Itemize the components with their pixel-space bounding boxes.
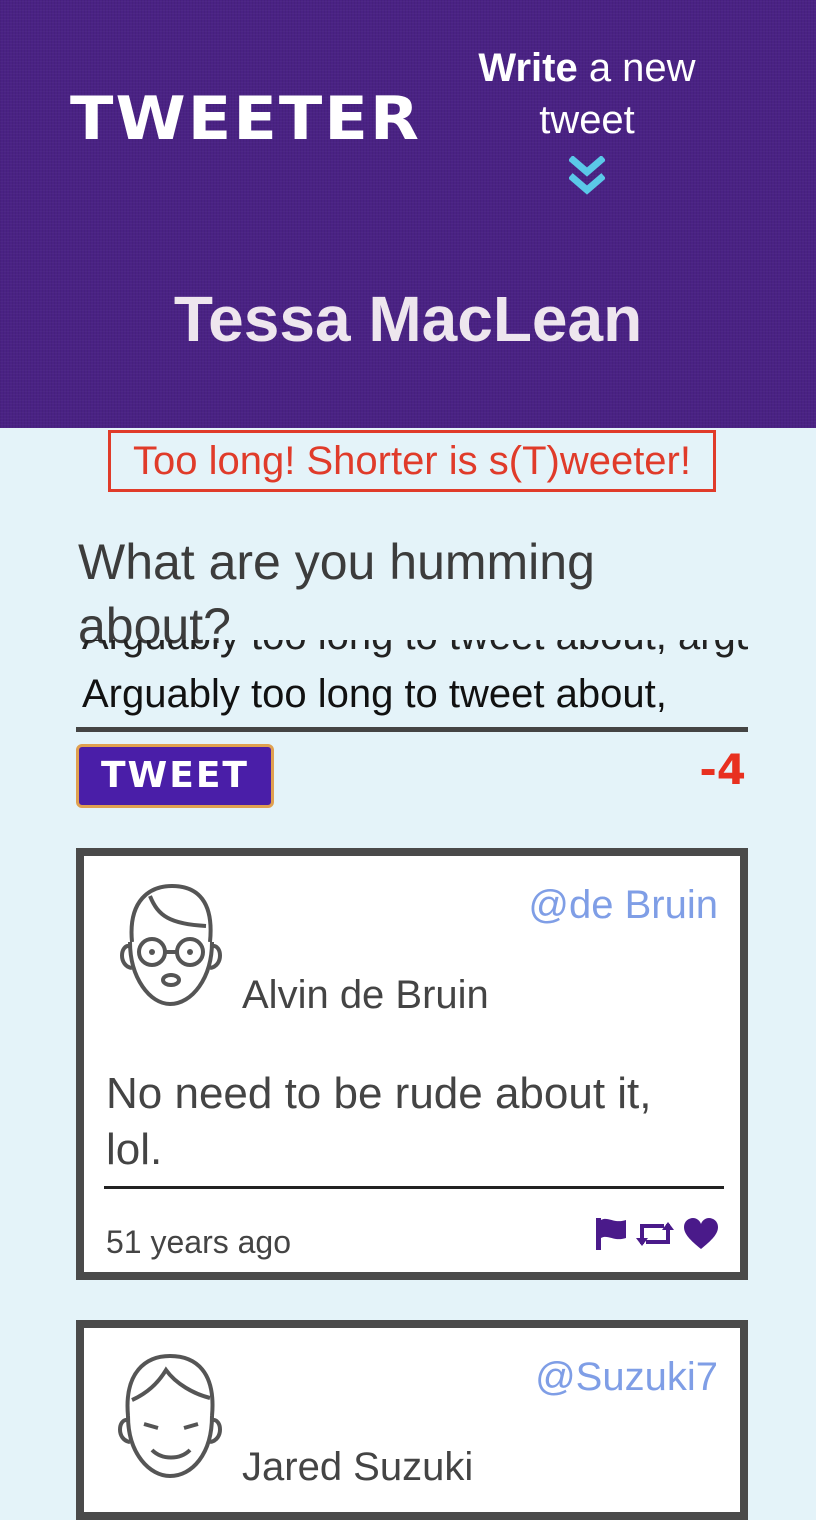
tweet-divider [104,1186,724,1189]
avatar-icon [118,1353,222,1479]
site-logo: TWEETER [70,84,422,154]
tweet-actions [592,1216,720,1257]
avatar-icon [120,883,222,1007]
tweet-author-name: Jared Suzuki [242,1445,474,1489]
error-message: Too long! Shorter is s(T)weeter! [108,430,716,492]
character-counter: -4 [699,745,746,794]
site-header: TWEETER Write a new tweet Tessa MacLean [0,0,816,428]
tweet-content: No need to be rude about it, lol. [106,1069,652,1174]
textarea-visible-line: Arguably too long to tweet about, [82,672,667,716]
composer-prompt: What are you humming about? [78,534,595,654]
flag-icon[interactable] [592,1216,628,1257]
heart-icon[interactable] [682,1216,720,1257]
tweet-handle: @Suzuki7 [535,1355,718,1399]
tweet-textarea[interactable]: Arguably too long to tweet about, arguab… [76,640,748,732]
double-chevron-down-icon[interactable] [569,156,605,200]
tweet-author-name: Alvin de Bruin [242,973,489,1017]
tweet-handle: @de Bruin [528,883,718,927]
retweet-icon[interactable] [634,1216,676,1257]
tweet-card: @de Bruin Alvin de Bruin No need to be r… [76,848,748,1280]
profile-name: Tessa MacLean [173,283,643,355]
write-label-bold: Write [478,46,578,90]
tweet-submit-button[interactable]: TWEET [76,744,274,808]
tweet-card: @Suzuki7 Jared Suzuki [76,1320,748,1520]
tweet-timestamp: 51 years ago [106,1224,292,1260]
write-new-tweet-toggle[interactable]: Write a new tweet [452,42,722,146]
textarea-scrolled-line: Arguably too long to tweet about, arguab… [82,640,748,660]
